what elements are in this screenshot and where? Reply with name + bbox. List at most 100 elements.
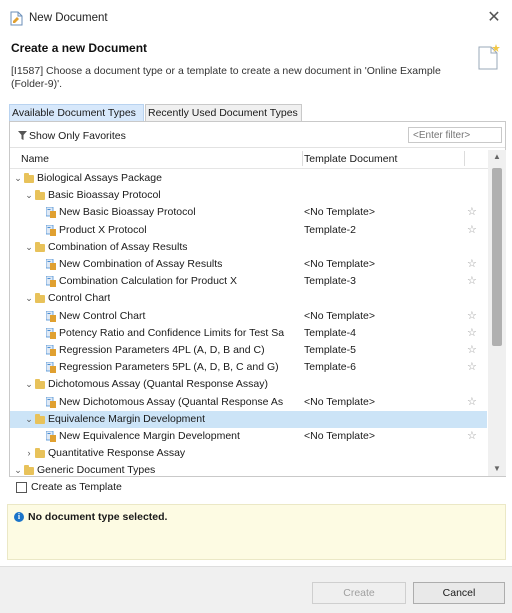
tree-document-row[interactable]: New Combination of Assay Results <No Temp… [10,256,487,273]
tree-document-row[interactable]: Regression Parameters 4PL (A, D, B and C… [10,342,487,359]
info-icon: i [14,512,24,522]
tree-document-row[interactable]: Potency Ratio and Confidence Limits for … [10,325,487,342]
favorite-star-icon[interactable]: ☆ [467,308,477,325]
tree-document-label: New Combination of Assay Results [59,258,223,270]
favorite-star-icon[interactable]: ☆ [467,394,477,411]
title-bar: New Document ✕ [0,0,512,36]
tree-document-row[interactable]: Product X Protocol Template-2 ☆ [10,222,487,239]
document-type-icon [46,311,56,322]
favorite-star-icon[interactable]: ☆ [467,222,477,239]
template-document-cell: <No Template> [304,396,376,408]
favorite-star-icon[interactable]: ☆ [467,342,477,359]
document-type-icon [46,431,56,442]
tree-document-label: New Control Chart [59,310,146,322]
tree-folder-label: Biological Assays Package [37,172,162,184]
template-document-cell: <No Template> [304,430,376,442]
tree-folder-label: Basic Bioassay Protocol [48,189,161,201]
tree-document-label: Regression Parameters 5PL (A, D, B, C an… [59,361,279,373]
dialog-description: [I1587] Choose a document type or a temp… [11,65,441,90]
document-type-icon [46,328,56,339]
close-icon[interactable]: ✕ [484,8,504,28]
tree-document-label: Combination Calculation for Product X [59,275,238,287]
show-only-favorites-toggle[interactable]: Show Only Favorites [18,130,126,142]
dialog-footer: Create Cancel [0,566,512,613]
chevron-down-icon[interactable]: ⌄ [25,411,33,428]
tree-folder-row[interactable]: ⌄ Equivalence Margin Development [10,411,487,428]
tree-document-label: New Basic Bioassay Protocol [59,206,196,218]
create-as-template-checkbox[interactable] [16,482,27,493]
tree-folder-row[interactable]: ⌄ Generic Document Types [10,462,487,476]
column-separator[interactable] [464,151,465,166]
tree-folder-row[interactable]: ⌄ Biological Assays Package [10,170,487,187]
folder-icon [35,242,45,252]
create-as-template-label: Create as Template [31,481,122,493]
favorites-bar: Show Only Favorites [10,122,505,148]
chevron-down-icon[interactable]: ⌄ [25,290,33,307]
scroll-down-icon[interactable]: ▼ [488,462,506,476]
chevron-down-icon[interactable]: ⌄ [25,239,33,256]
tree-document-row[interactable]: New Basic Bioassay Protocol <No Template>… [10,204,487,221]
document-type-panel: Show Only Favorites Name Template Docume… [9,121,506,477]
tree-folder-label: Generic Document Types [37,464,156,476]
tree-document-row[interactable]: New Control Chart <No Template> ☆ [10,308,487,325]
scroll-up-icon[interactable]: ▲ [488,150,506,164]
tree-document-label: Product X Protocol [59,224,147,236]
chevron-down-icon[interactable]: ⌄ [14,462,22,476]
filter-icon [18,131,27,140]
template-document-cell: <No Template> [304,206,376,218]
tree-document-label: New Equivalence Margin Development [59,430,240,442]
folder-icon [35,414,45,424]
template-document-cell: Template-3 [304,275,356,287]
favorite-star-icon[interactable]: ☆ [467,325,477,342]
favorite-star-icon[interactable]: ☆ [467,428,477,445]
column-name-header[interactable]: Name [21,153,49,165]
favorite-star-icon[interactable]: ☆ [467,256,477,273]
favorite-star-icon[interactable]: ☆ [467,273,477,290]
document-star-icon [478,44,500,70]
tree-folder-row[interactable]: ⌄ Dichotomous Assay (Quantal Response Ass… [10,376,487,393]
chevron-right-icon[interactable]: › [25,445,33,462]
tree-folder-label: Combination of Assay Results [48,241,188,253]
window-title: New Document [29,12,108,24]
cancel-button[interactable]: Cancel [413,582,505,604]
tree-folder-row[interactable]: ⌄ Basic Bioassay Protocol [10,187,487,204]
template-document-cell: <No Template> [304,258,376,270]
tree-document-label: Regression Parameters 4PL (A, D, B and C… [59,344,265,356]
tree-document-row[interactable]: Combination Calculation for Product X Tem… [10,273,487,290]
tree-scrollbar[interactable]: ▲ ▼ [488,150,506,476]
template-document-cell: Template-2 [304,224,356,236]
scrollbar-thumb[interactable] [492,168,502,346]
favorite-star-icon[interactable]: ☆ [467,359,477,376]
document-type-icon [46,259,56,270]
tree-folder-row[interactable]: › Quantitative Response Assay [10,445,487,462]
column-separator[interactable] [302,151,303,166]
document-type-icon [46,207,56,218]
tree-folder-label: Equivalence Margin Development [48,413,206,425]
tree-folder-label: Control Chart [48,292,111,304]
document-type-icon [46,225,56,236]
tree-document-row[interactable]: New Equivalence Margin Development <No Te… [10,428,487,445]
tab-available-document-types[interactable]: Available Document Types [9,104,144,121]
tab-recently-used-document-types[interactable]: Recently Used Document Types [145,104,302,121]
message-area: i No document type selected. [7,504,506,560]
tree-folder-label: Dichotomous Assay (Quantal Response Assa… [48,378,269,390]
chevron-down-icon[interactable]: ⌄ [25,376,33,393]
chevron-down-icon[interactable]: ⌄ [25,187,33,204]
tree-folder-label: Quantitative Response Assay [48,447,186,459]
tree-folder-row[interactable]: ⌄ Control Chart [10,290,487,307]
favorite-star-icon[interactable]: ☆ [467,204,477,221]
dialog-title: Create a new Document [11,41,148,55]
template-document-cell: <No Template> [304,310,376,322]
tree-folder-row[interactable]: ⌄ Combination of Assay Results [10,239,487,256]
filter-input[interactable] [408,127,502,143]
dialog-header: Create a new Document [I1587] Choose a d… [0,36,512,96]
tree-document-row[interactable]: Regression Parameters 5PL (A, D, B, C an… [10,359,487,376]
document-type-icon [46,345,56,356]
column-template-header[interactable]: Template Document [304,153,397,165]
status-message: No document type selected. [28,511,168,523]
tree-document-row[interactable]: New Dichotomous Assay (Quantal Response … [10,394,487,411]
folder-icon [35,293,45,303]
tree-document-label: New Dichotomous Assay (Quantal Response … [59,396,284,408]
create-button[interactable]: Create [312,582,406,604]
chevron-down-icon[interactable]: ⌄ [14,170,22,187]
